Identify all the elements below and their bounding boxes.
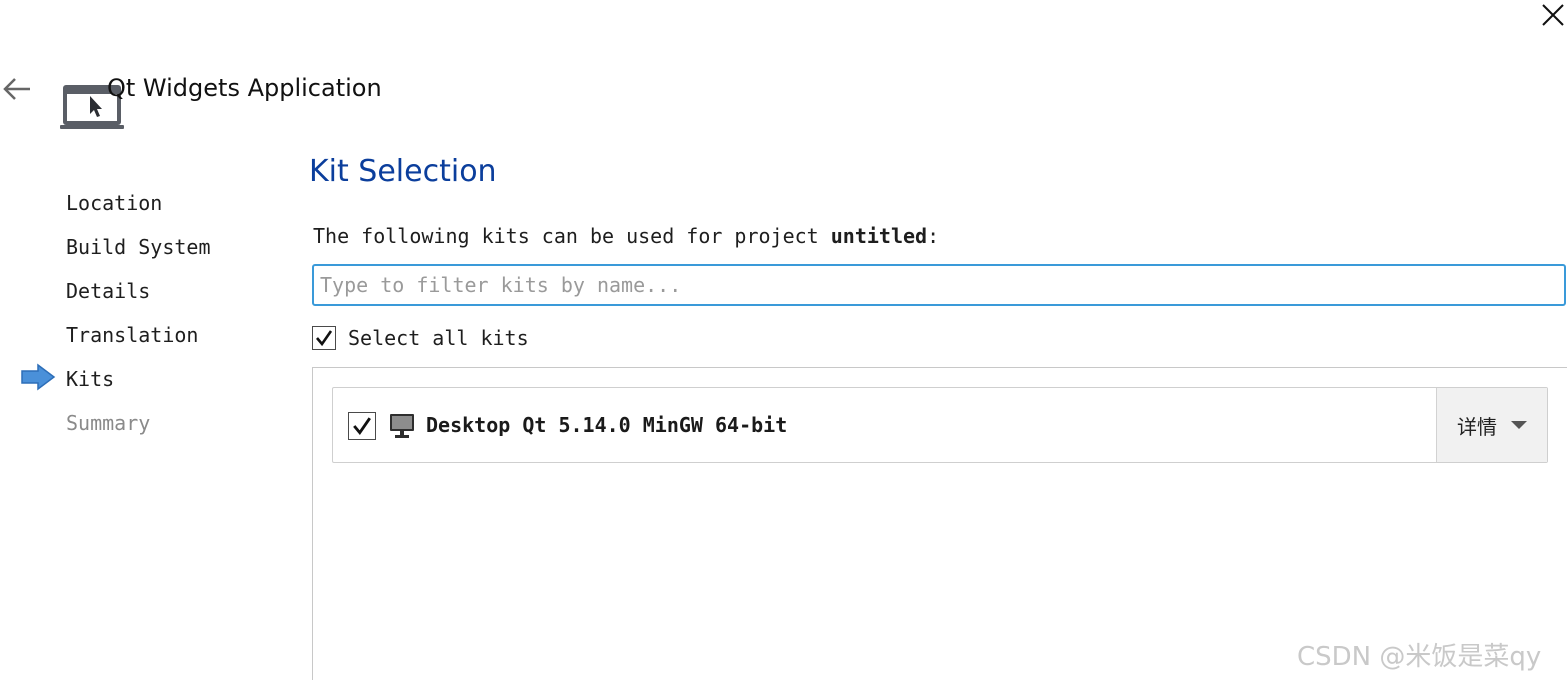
step-details: Details — [66, 279, 151, 303]
select-all-checkbox-box[interactable] — [312, 326, 336, 350]
kit-row: Desktop Qt 5.14.0 MinGW 64-bit 详情 — [332, 387, 1548, 463]
kit-checkbox[interactable] — [348, 412, 376, 440]
project-name: untitled — [830, 224, 928, 248]
new-project-wizard: Qt Widgets Application Location Build Sy… — [0, 0, 1567, 680]
select-all-kits-checkbox[interactable]: Select all kits — [312, 324, 529, 352]
details-label: 详情 — [1457, 414, 1497, 439]
checkmark-icon — [353, 417, 371, 436]
page-title: Kit Selection — [309, 154, 497, 189]
intro-prefix: The following kits can be used for proje… — [313, 224, 831, 248]
current-step-arrow-icon — [21, 363, 56, 391]
kit-filter-input[interactable] — [312, 264, 1566, 306]
intro-text: The following kits can be used for proje… — [313, 224, 939, 248]
step-translation: Translation — [66, 323, 199, 347]
kit-details-button[interactable]: 详情 — [1436, 388, 1547, 462]
step-build-system: Build System — [66, 235, 211, 259]
checkmark-icon — [316, 330, 333, 347]
wizard-title: Qt Widgets Application — [107, 74, 382, 102]
watermark: CSDN @米饭是菜qy — [1297, 642, 1542, 672]
kit-name: Desktop Qt 5.14.0 MinGW 64-bit — [426, 413, 788, 437]
step-kits: Kits — [66, 367, 115, 391]
intro-suffix: : — [927, 224, 940, 248]
desktop-monitor-icon — [390, 414, 414, 438]
select-all-label: Select all kits — [348, 326, 529, 350]
back-arrow-icon[interactable] — [2, 76, 32, 102]
close-icon[interactable] — [1540, 2, 1566, 28]
chevron-down-icon — [1511, 421, 1527, 429]
step-summary: Summary — [66, 411, 151, 435]
step-location: Location — [66, 191, 163, 215]
